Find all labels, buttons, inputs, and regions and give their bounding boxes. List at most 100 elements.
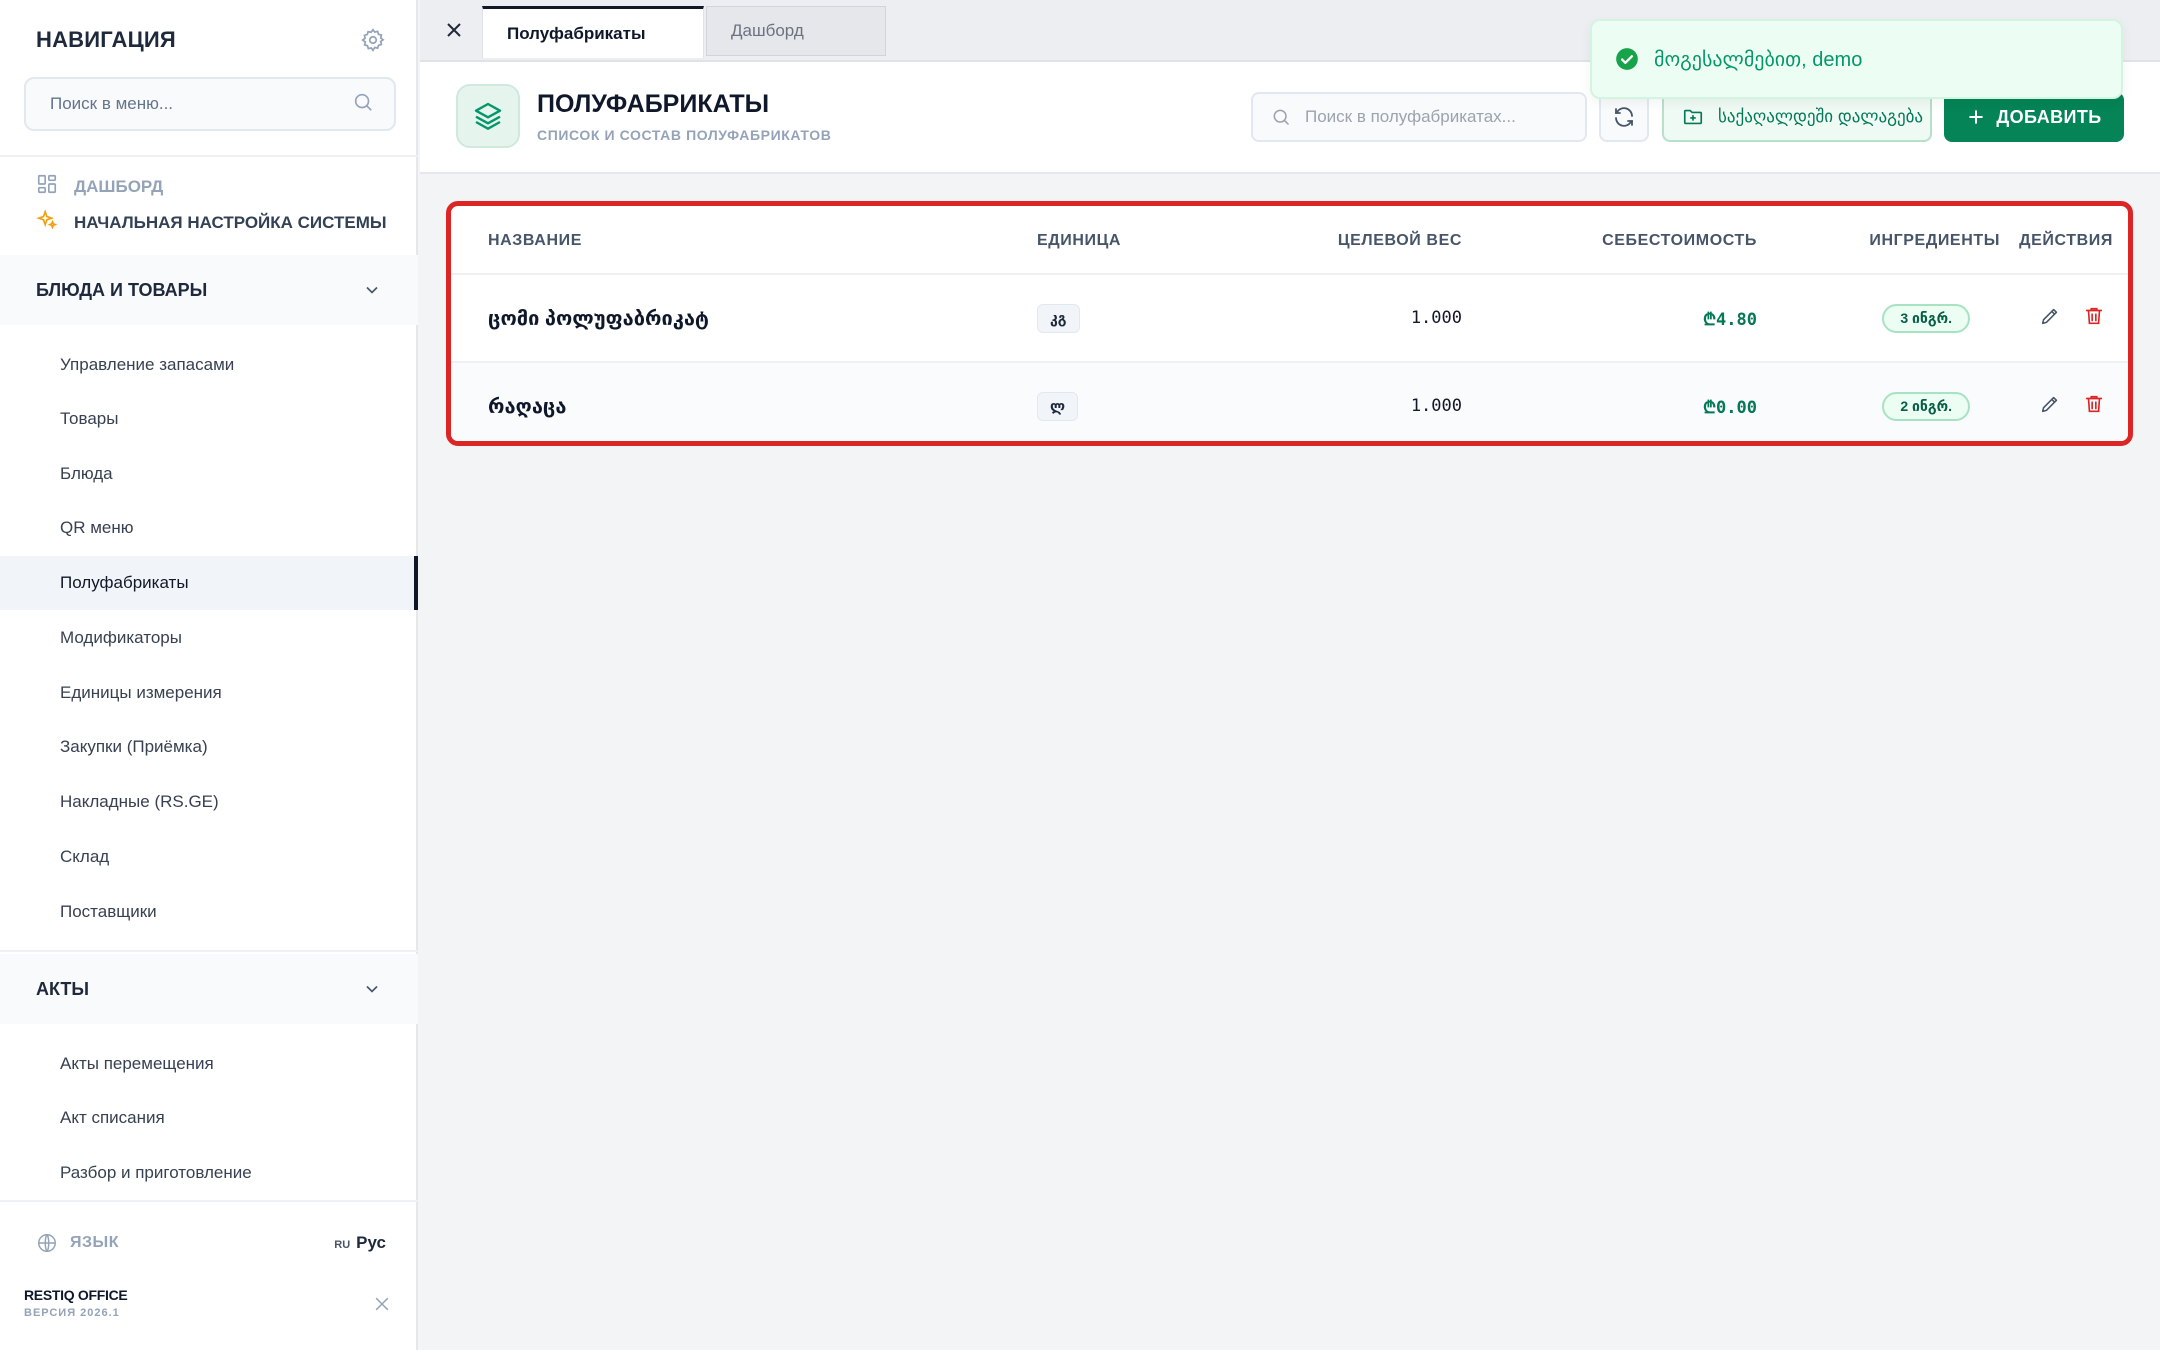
sort-into-folders-label: საქაღალდეში დალაგება [1718,107,1924,126]
sidebar-item-initial-setup[interactable]: НАЧАЛЬНАЯ НАСТРОЙКА СИСТЕМЫ [36,209,387,236]
group-acts[interactable]: АКТЫ [0,954,418,1024]
menu-search-input[interactable]: Поиск в меню... [24,77,396,131]
sidebar-item-purchases[interactable]: Закупки (Приёмка) [0,720,418,774]
sidebar-item-semi-finished[interactable]: Полуфабрикаты [0,556,418,610]
folder-plus-icon [1683,109,1703,125]
sparkles-icon [36,209,58,236]
divider [0,155,418,157]
sidebar-item-suppliers[interactable]: Поставщики [0,885,418,939]
add-button[interactable]: ДОБАВИТЬ [1944,92,2124,142]
sidebar-item-label: Разбор и приготовление [60,1163,252,1182]
semi-finished-table: НАЗВАНИЕ ЕДИНИЦА ЦЕЛЕВОЙ ВЕС СЕБЕСТОИМОС… [446,201,2133,446]
refresh-icon [1615,107,1633,127]
sidebar-item-label: Акт списания [60,1108,165,1127]
trash-icon[interactable] [2083,393,2105,420]
close-icon[interactable] [372,1294,392,1319]
column-header-cost: СЕБЕСТОИМОСТЬ [1602,231,1757,249]
sidebar-item-write-off-act[interactable]: Акт списания [0,1091,418,1145]
table-header: НАЗВАНИЕ ЕДИНИЦА ЦЕЛЕВОЙ ВЕС СЕБЕСТОИМОС… [451,206,2128,275]
sidebar-item-label: Товары [60,409,119,428]
layers-icon [456,84,520,148]
brand-name: RESTIQ OFFICE [24,1287,128,1303]
trash-icon[interactable] [2083,305,2105,332]
gear-icon[interactable] [360,27,386,53]
row-cost: ₾4.80 [1702,309,1757,330]
sidebar-header: НАВИГАЦИЯ [36,24,386,56]
add-button-label: ДОБАВИТЬ [1996,106,2102,127]
table-row[interactable]: რაღაცა ლ 1.000 ₾0.00 2 ინგრ. [451,361,2128,441]
tab-semi-finished[interactable]: Полуфабрикаты [482,6,704,58]
plus-icon [1969,110,1984,124]
pencil-icon[interactable] [2039,305,2061,332]
sidebar-item-label: Закупки (Приёмка) [60,737,208,756]
group-dishes-and-goods[interactable]: БЛЮДА И ТОВАРЫ [0,255,418,325]
sidebar-item-label: Поставщики [60,902,157,921]
sidebar-item-label: Склад [60,847,110,866]
sidebar-item-dashboard[interactable]: ДАШБОРД [36,173,163,200]
language-name: Рус [356,1233,386,1252]
page-title: ПОЛУФАБРИКАТЫ [537,90,770,118]
divider [0,950,418,952]
sidebar-item-stock-management[interactable]: Управление запасами [0,338,418,392]
chevron-down-icon [366,286,378,294]
sidebar-item-qr-menu[interactable]: QR меню [0,501,418,555]
column-header-target-weight: ЦЕЛЕВОЙ ВЕС [1337,231,1462,249]
search-placeholder: Поиск в полуфабрикатах... [1305,107,1516,126]
search-icon [1273,109,1290,126]
sidebar-item-label: Блюда [60,464,113,483]
sidebar-title: НАВИГАЦИЯ [36,27,176,52]
sidebar-item-goods[interactable]: Товары [0,392,418,446]
row-ingredients-badge[interactable]: 2 ინგრ. [1882,391,1970,421]
language-label-group: ЯЗЫК [36,1232,119,1254]
welcome-toast: მოგესალმებით, demo [1590,19,2123,99]
dashboard-icon [36,173,58,200]
semi-finished-search-input[interactable]: Поиск в полуфабрикатах... [1251,92,1587,142]
sidebar-item-warehouse[interactable]: Склад [0,830,418,884]
language-label: ЯЗЫК [70,1234,119,1251]
sidebar-item-invoices[interactable]: Накладные (RS.GE) [0,775,418,829]
column-header-actions: ДЕЙСТВИЯ [2019,231,2113,249]
tab-label: Дашборд [731,21,804,40]
check-circle-icon [1616,48,1638,70]
sidebar-item-units[interactable]: Единицы измерения [0,666,418,720]
divider [0,1200,418,1202]
language-code: RU [334,1239,351,1251]
sidebar-item-transfer-acts[interactable]: Акты перемещения [0,1037,418,1091]
chevron-down-icon [366,985,378,993]
row-cost: ₾0.00 [1702,397,1757,418]
menu-search-placeholder: Поиск в меню... [50,94,174,113]
sidebar-item-label: Единицы измерения [60,683,222,702]
refresh-button[interactable] [1599,92,1649,142]
language-selector[interactable]: ЯЗЫК RU Рус [36,1232,386,1254]
table-row[interactable]: ცომი პოლუფაბრიკატ კგ 1.000 ₾4.80 3 ინგრ. [451,275,2128,361]
row-target-weight: 1.000 [1410,308,1462,328]
sidebar-item-label: Модификаторы [60,628,182,647]
sidebar-item-modifiers[interactable]: Модификаторы [0,611,418,665]
language-value[interactable]: RU Рус [334,1233,386,1253]
sidebar-item-label: НАЧАЛЬНАЯ НАСТРОЙКА СИСТЕМЫ [74,212,387,232]
row-name: რაღაცა [488,395,567,418]
sidebar-item-label: Полуфабрикаты [60,573,189,592]
sidebar-item-dishes[interactable]: Блюда [0,447,418,501]
sidebar-item-disassembly[interactable]: Разбор и приготовление [0,1146,418,1200]
close-icon[interactable] [442,18,466,42]
sidebar-item-label: Накладные (RS.GE) [60,792,219,811]
sidebar-item-label: QR меню [60,518,134,537]
search-icon [352,91,374,118]
tab-label: Полуфабрикаты [507,23,646,43]
sidebar-item-label: Акты перемещения [60,1054,214,1073]
row-ingredients-badge[interactable]: 3 ინგრ. [1882,303,1970,333]
toast-text: მოგესალმებით, demo [1654,48,1863,71]
row-unit-badge: ლ [1037,391,1079,421]
column-header-unit: ЕДИНИЦА [1037,231,1122,249]
sort-into-folders-button[interactable]: საქაღალდეში დალაგება [1662,92,1932,142]
group-label: БЛЮДА И ТОВАРЫ [36,279,208,300]
page-subtitle: СПИСОК И СОСТАВ ПОЛУФАБРИКАТОВ [537,127,832,143]
row-unit-badge: კგ [1037,303,1080,333]
brand-block: RESTIQ OFFICE ВЕРСИЯ 2026.1 [24,1287,128,1319]
tab-dashboard[interactable]: Дашборд [706,6,886,56]
column-header-ingredients: ИНГРЕДИЕНТЫ [1869,231,2000,249]
globe-icon [38,1234,56,1252]
pencil-icon[interactable] [2039,393,2061,420]
sidebar: НАВИГАЦИЯ Поиск в меню... ДАШБОРД НАЧАЛЬ… [0,0,418,1350]
